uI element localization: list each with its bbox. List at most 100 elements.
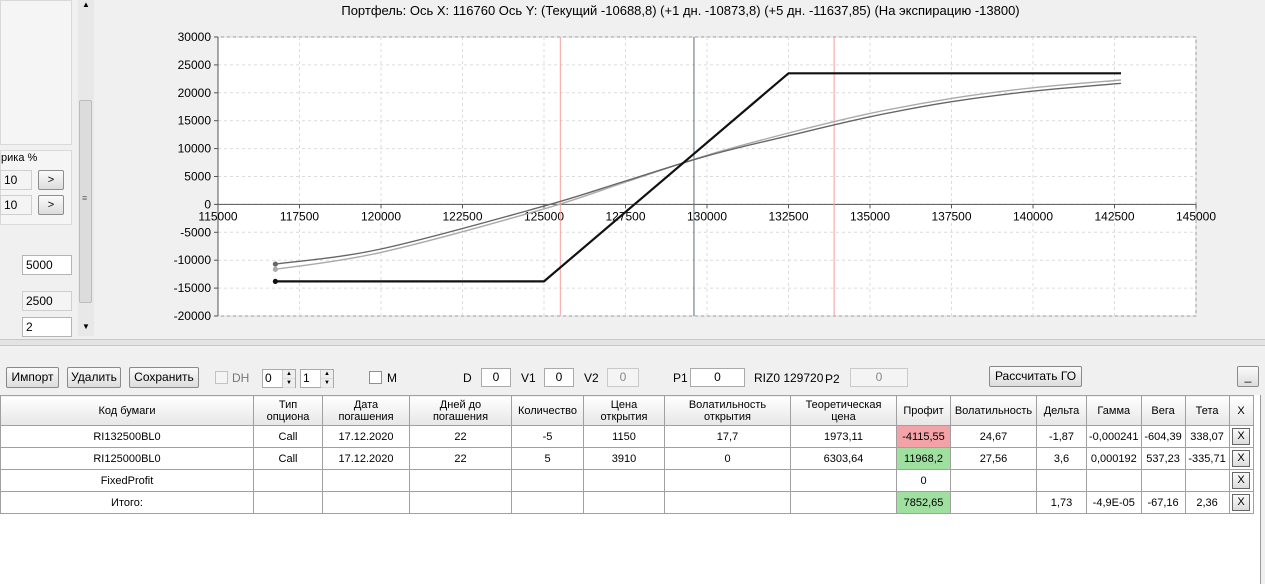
table-cell[interactable]: 6303,64 [790, 447, 897, 470]
table-row[interactable]: RI132500BL0 Call 17.12.2020 22 -5 1150 17,7 197… [0, 425, 1254, 448]
table-cell[interactable]: 1,73 [1036, 491, 1087, 514]
table-cell[interactable]: 22 [409, 447, 512, 470]
table-cell[interactable] [664, 469, 791, 492]
table-cell[interactable] [950, 469, 1037, 492]
spin-up-icon[interactable]: ▲ [283, 370, 295, 379]
table-cell[interactable] [1140, 469, 1186, 492]
column-header[interactable]: X [1228, 395, 1254, 426]
scroll-thumb[interactable]: ≡ [79, 100, 92, 303]
column-header[interactable]: Цена открытия [583, 395, 665, 426]
table-cell[interactable]: -335,71 [1184, 447, 1230, 470]
table-cell[interactable]: -1,87 [1036, 425, 1087, 448]
table-cell[interactable]: Call [253, 425, 323, 448]
column-header[interactable]: Теоретическая цена [790, 395, 897, 426]
column-header[interactable]: Вега [1140, 395, 1186, 426]
remove-row-button[interactable]: X [1232, 450, 1251, 467]
table-cell[interactable] [253, 491, 323, 514]
column-header[interactable]: Профит [896, 395, 951, 426]
remove-row-button[interactable]: X [1232, 428, 1251, 445]
minimize-button[interactable]: _ [1237, 366, 1259, 387]
spin-down-icon[interactable]: ▼ [321, 379, 333, 388]
table-cell[interactable] [790, 491, 897, 514]
calculate-margin-button[interactable]: Рассчитать ГО [989, 366, 1082, 387]
table-cell[interactable]: Call [253, 447, 323, 470]
table-cell[interactable]: 22 [409, 425, 512, 448]
param-field-2[interactable]: 10 [0, 195, 32, 215]
table-cell[interactable] [409, 469, 512, 492]
column-header[interactable]: Дата погашения [322, 395, 410, 426]
spin-field-1[interactable]: 0 ▲ ▼ [262, 369, 296, 388]
table-cell[interactable]: FixedProfit [0, 469, 254, 492]
table-cell[interactable]: 338,07 [1184, 425, 1230, 448]
table-cell[interactable] [1184, 469, 1230, 492]
table-cell[interactable]: 1973,11 [790, 425, 897, 448]
table-cell[interactable]: 17,7 [664, 425, 791, 448]
profit-cell[interactable]: -4115,55 [896, 425, 951, 448]
table-cell[interactable]: -5 [511, 425, 584, 448]
column-header[interactable]: Код бумаги [0, 395, 254, 426]
table-cell[interactable] [1036, 469, 1087, 492]
scroll-up-icon[interactable]: ▲ [82, 0, 90, 9]
v1-field[interactable]: 0 [544, 368, 574, 387]
table-cell[interactable]: 3910 [583, 447, 665, 470]
spin-field-2[interactable]: 1 ▲ ▼ [300, 369, 334, 388]
param-field-5[interactable]: 2 [22, 317, 72, 337]
profit-cell[interactable]: 0 [896, 469, 951, 492]
m-checkbox[interactable] [369, 371, 382, 384]
scroll-down-icon[interactable]: ▼ [82, 322, 90, 331]
table-cell[interactable]: 0 [664, 447, 791, 470]
table-cell[interactable]: RI132500BL0 [0, 425, 254, 448]
column-header[interactable]: Волатильность [950, 395, 1037, 426]
table-row[interactable]: RI125000BL0 Call 17.12.2020 22 5 3910 0 6303,64… [0, 447, 1254, 470]
table-cell[interactable]: 0,000192 [1086, 447, 1142, 470]
param-field-3[interactable]: 5000 [22, 255, 72, 275]
splitter[interactable] [0, 339, 1265, 346]
dh-checkbox[interactable] [215, 371, 228, 384]
column-header[interactable]: Волатильность открытия [664, 395, 791, 426]
param-arrow-button-2[interactable]: > [38, 195, 64, 215]
param-field-1[interactable]: 10 [0, 170, 32, 190]
table-cell[interactable]: 27,56 [950, 447, 1037, 470]
table-cell[interactable] [322, 491, 410, 514]
table-cell[interactable] [511, 469, 584, 492]
profit-cell[interactable]: 11968,2 [896, 447, 951, 470]
column-header[interactable]: Тип опциона [253, 395, 323, 426]
save-button[interactable]: Сохранить [129, 367, 199, 388]
table-cell[interactable]: 24,67 [950, 425, 1037, 448]
table-cell[interactable] [1086, 469, 1142, 492]
table-cell[interactable] [511, 491, 584, 514]
table-cell[interactable] [790, 469, 897, 492]
table-cell[interactable]: Итого: [0, 491, 254, 514]
column-header[interactable]: Дней до погашения [409, 395, 512, 426]
table-cell[interactable]: -4,9E-05 [1086, 491, 1142, 514]
column-header[interactable]: Дельта [1036, 395, 1087, 426]
remove-row-button[interactable]: X [1232, 494, 1251, 511]
table-cell[interactable]: 17.12.2020 [322, 447, 410, 470]
spin-arrows-2[interactable]: ▲ ▼ [320, 370, 333, 388]
table-cell[interactable] [253, 469, 323, 492]
table-cell[interactable]: -604,39 [1140, 425, 1186, 448]
table-cell[interactable] [322, 469, 410, 492]
d-field[interactable]: 0 [481, 368, 511, 387]
column-header[interactable]: Гамма [1086, 395, 1142, 426]
table-row[interactable]: FixedProfit 0 X [0, 469, 1254, 492]
table-cell[interactable]: RI125000BL0 [0, 447, 254, 470]
table-cell[interactable]: -0,000241 [1086, 425, 1142, 448]
spin-up-icon[interactable]: ▲ [321, 370, 333, 379]
table-cell[interactable] [583, 469, 665, 492]
import-button[interactable]: Импорт [6, 367, 59, 388]
table-cell[interactable]: 5 [511, 447, 584, 470]
table-row[interactable]: Итого: 7852,65 1,73 -4,9E-05 -67,16 2,36 X [0, 491, 1254, 514]
table-cell[interactable]: 17.12.2020 [322, 425, 410, 448]
table-cell[interactable] [583, 491, 665, 514]
table-cell[interactable]: 1150 [583, 425, 665, 448]
delete-button[interactable]: Удалить [67, 367, 121, 388]
param-arrow-button-1[interactable]: > [38, 170, 64, 190]
column-header[interactable]: Количество [511, 395, 584, 426]
profit-cell[interactable]: 7852,65 [896, 491, 951, 514]
table-cell[interactable]: -67,16 [1140, 491, 1186, 514]
table-cell[interactable]: 2,36 [1184, 491, 1230, 514]
table-cell[interactable] [950, 491, 1037, 514]
table-cell[interactable]: 3,6 [1036, 447, 1087, 470]
table-cell[interactable]: 537,23 [1140, 447, 1186, 470]
